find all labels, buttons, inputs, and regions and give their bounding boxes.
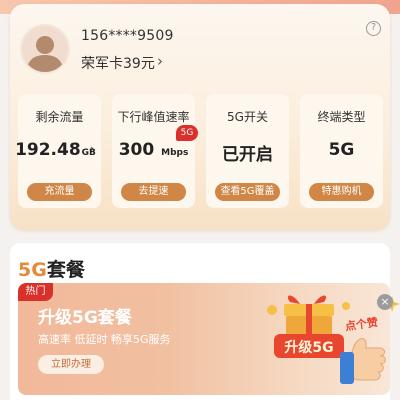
banner-title: 升级5G套餐 xyxy=(38,308,132,328)
tile-title: 剩余流量 xyxy=(35,110,84,124)
close-icon[interactable]: × xyxy=(377,294,393,310)
help-icon[interactable]: ? xyxy=(366,21,381,36)
section-title: 5G套餐 xyxy=(18,255,85,282)
view-5g-coverage-button[interactable]: 查看5G覆盖 xyxy=(215,183,280,201)
discount-phone-button[interactable]: 特惠购机 xyxy=(309,183,374,201)
apply-now-button[interactable]: 立即办理 xyxy=(38,355,104,374)
chevron-right-icon[interactable]: › xyxy=(157,52,163,70)
chevron-right-icon[interactable]: › xyxy=(90,142,94,155)
section-title-accent: 5G xyxy=(18,259,47,281)
5g-status-value: 已开启 xyxy=(222,145,273,165)
speed-amount: 300 xyxy=(118,140,155,160)
device-type-value: 5G xyxy=(328,140,355,160)
avatar[interactable] xyxy=(20,24,70,74)
art-text: 升级5G xyxy=(284,339,333,356)
sticker-text: 点个赞 xyxy=(344,315,379,333)
5g-badge: 5G xyxy=(176,125,198,141)
tile-download-speed[interactable]: 下行峰值速率 5G 300 Mbps 去提速 xyxy=(112,94,198,208)
speed-unit: Mbps xyxy=(161,148,189,158)
tile-remaining-data[interactable]: 剩余流量 192.48GB › 充流量 xyxy=(15,94,101,208)
tile-device-type[interactable]: 终端类型 5G 特惠购机 xyxy=(300,94,383,208)
banner-description: 高速率 低延时 畅享5G服务 xyxy=(38,333,171,346)
hot-tag: 热门 xyxy=(18,283,53,301)
tile-title: 终端类型 xyxy=(317,110,366,124)
tile-title: 5G开关 xyxy=(227,110,268,124)
tile-value: 300 Mbps xyxy=(112,140,195,160)
tile-title: 下行峰值速率 xyxy=(117,110,190,124)
tile-5g-switch[interactable]: 5G开关 已开启 查看5G覆盖 xyxy=(206,94,289,208)
section-title-rest: 套餐 xyxy=(46,259,85,281)
speed-up-button[interactable]: 去提速 xyxy=(121,183,186,201)
phone-number: 156****9509 xyxy=(81,28,174,44)
user-silhouette-icon xyxy=(26,36,64,72)
plan-name-link[interactable]: 荣军卡39元 xyxy=(81,53,155,73)
data-amount: 192.48 xyxy=(15,140,81,160)
recharge-data-button[interactable]: 充流量 xyxy=(27,183,92,201)
account-card: 156****9509 荣军卡39元 › ? 剩余流量 192.48GB › 充… xyxy=(10,4,390,230)
tile-value: 192.48GB xyxy=(14,140,97,160)
